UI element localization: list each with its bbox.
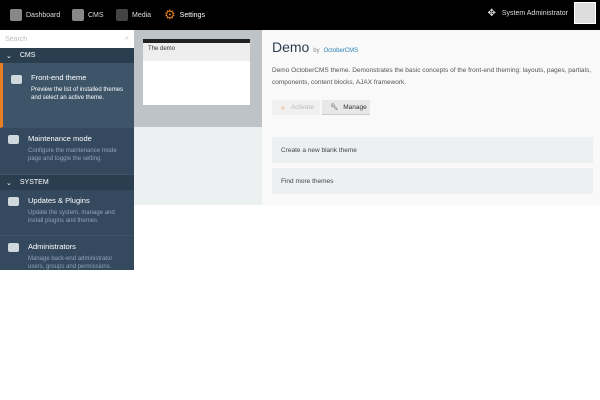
cloud-download-icon (8, 197, 19, 206)
theme-name: Demo (272, 39, 310, 55)
item-desc: Manage back-end administrator users, gro… (28, 256, 113, 271)
section-label: CMS (19, 52, 36, 59)
theme-preview: The demo (134, 30, 262, 127)
button-label: Manage (343, 103, 367, 111)
nav-media[interactable]: Media (116, 0, 151, 30)
wrench-icon: 🔧︎ (330, 104, 339, 111)
media-icon (116, 9, 128, 21)
by-label: by (313, 48, 320, 54)
item-title: Maintenance mode (28, 134, 92, 143)
sidebar: Search ⌕ ⌄ CMS Front-end theme Preview the … (0, 30, 134, 270)
item-title: Updates & Plugins (28, 196, 90, 205)
sidebar-item-front-end-theme[interactable]: Front-end theme Preview the list of insta… (0, 63, 134, 128)
chevron-down-icon: ⌄ (6, 52, 12, 60)
activate-button[interactable]: ★ Activate (272, 100, 320, 115)
star-icon: ★ (280, 104, 286, 112)
nav-dashboard[interactable]: Dashboard (10, 0, 60, 30)
nav-label: Media (132, 11, 152, 19)
search-icon: ⌕ (125, 35, 129, 42)
theme-title: Demo by OctoberCMS (272, 39, 358, 55)
chevron-down-icon: ⌄ (6, 179, 12, 187)
find-themes-card[interactable]: Find more themes (272, 168, 593, 194)
nav-label: CMS (88, 11, 104, 19)
user-menu[interactable]: ✥ System Administrator (487, 2, 596, 24)
section-cms[interactable]: ⌄ CMS (0, 48, 134, 63)
manage-button[interactable]: 🔧︎ Manage (322, 100, 370, 115)
section-label: SYSTEM (19, 179, 49, 186)
section-system[interactable]: ⌄ SYSTEM (0, 175, 134, 190)
search-placeholder: Search (5, 35, 28, 43)
card-label: Find more themes (281, 177, 334, 185)
locale-icon: ✥ (487, 7, 496, 19)
button-label: Activate (290, 104, 314, 111)
item-desc: Update the system, manage and install pl… (28, 210, 115, 225)
sidebar-item-administrators[interactable]: Administrators Manage back-end administra… (0, 236, 134, 280)
search-input[interactable]: Search ⌕ (0, 30, 134, 48)
avatar (574, 2, 596, 24)
preview-title: The demo (143, 43, 250, 61)
nav-label: Dashboard (26, 11, 61, 19)
nav-label: Settings (179, 11, 205, 19)
sidebar-item-maintenance-mode[interactable]: Maintenance mode Configure the maintenanc… (0, 128, 134, 175)
sidebar-item-updates[interactable]: Updates & Plugins Update the system, mana… (0, 190, 134, 236)
card-label: Create a new blank theme (281, 146, 357, 154)
image-icon (11, 75, 22, 84)
nav-settings[interactable]: ⚙ Settings (164, 0, 205, 30)
top-nav-bar: Dashboard CMS Media ⚙ Settings ✥ System Ad… (0, 0, 600, 30)
item-title: Front-end theme (31, 73, 87, 82)
users-icon (8, 243, 19, 252)
user-name: System Administrator (501, 9, 568, 17)
plug-icon (8, 135, 19, 144)
gear-icon: ⚙ (164, 7, 176, 22)
author-link[interactable]: OctoberCMS (323, 48, 358, 54)
create-theme-card[interactable]: Create a new blank theme (272, 137, 593, 163)
theme-description: Demo OctoberCMS theme. Demonstrates the … (272, 67, 592, 86)
theme-details: Demo by OctoberCMS Demo OctoberCMS theme… (262, 30, 600, 205)
item-desc: Configure the maintenance mode page and … (28, 148, 117, 163)
nav-cms[interactable]: CMS (72, 0, 104, 30)
item-title: Administrators (28, 242, 76, 251)
cms-icon (72, 9, 84, 21)
item-desc: Preview the list of installed themes and… (31, 87, 124, 102)
preview-column (134, 127, 262, 205)
theme-screenshot: The demo (143, 39, 250, 105)
dashboard-icon (10, 9, 22, 21)
